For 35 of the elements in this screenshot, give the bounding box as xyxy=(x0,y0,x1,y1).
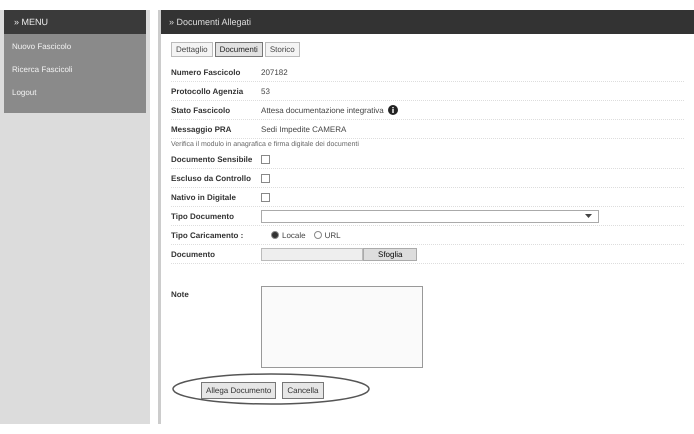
field-value: 207182 xyxy=(261,68,288,76)
radio-label: Locale xyxy=(282,230,306,240)
caret-icon xyxy=(585,214,592,218)
field-label: Note xyxy=(171,290,190,299)
file-field[interactable] xyxy=(261,248,363,260)
field-label: Tipo Caricamento : xyxy=(171,230,244,240)
field-value: Attesa documentazione integrativa xyxy=(261,106,384,114)
tab[interactable]: Storico xyxy=(264,42,300,57)
action-button[interactable]: Allega Documento xyxy=(201,382,276,399)
info-icon[interactable] xyxy=(388,105,398,115)
tab[interactable]: Dettaglio xyxy=(171,42,213,57)
field-label: Documento xyxy=(171,250,216,258)
field-label: Escluso da Controllo xyxy=(171,174,252,182)
field-value: Sedi Impedite CAMERA xyxy=(261,124,346,134)
field-label: Tipo Documento xyxy=(171,212,235,220)
checkbox[interactable] xyxy=(261,192,270,202)
field-label: Documento Sensibile xyxy=(171,154,254,164)
field-label: Numero Fascicolo xyxy=(171,68,242,76)
field-label: Stato Fascicolo xyxy=(171,106,232,114)
tab[interactable]: Documenti xyxy=(214,42,263,57)
note-field[interactable] xyxy=(261,286,423,368)
select-field[interactable] xyxy=(261,210,599,222)
action-button[interactable]: Cancella xyxy=(282,382,324,399)
checkbox[interactable] xyxy=(261,154,270,164)
radio-label: URL xyxy=(324,230,341,240)
field-value: 53 xyxy=(261,86,270,96)
sidebar-title: » MENU xyxy=(4,10,146,34)
checkbox[interactable] xyxy=(261,174,270,182)
browse-button[interactable]: Sfoglia xyxy=(363,248,418,260)
field-label: Messaggio PRA xyxy=(171,124,232,134)
field-label: Protocollo Agenzia xyxy=(171,86,244,96)
radio-button[interactable] xyxy=(271,231,279,239)
section-title: » Documenti Allegati xyxy=(161,10,694,34)
field-label: Nativo in Digitale xyxy=(171,192,237,202)
radio-button[interactable] xyxy=(314,231,322,239)
